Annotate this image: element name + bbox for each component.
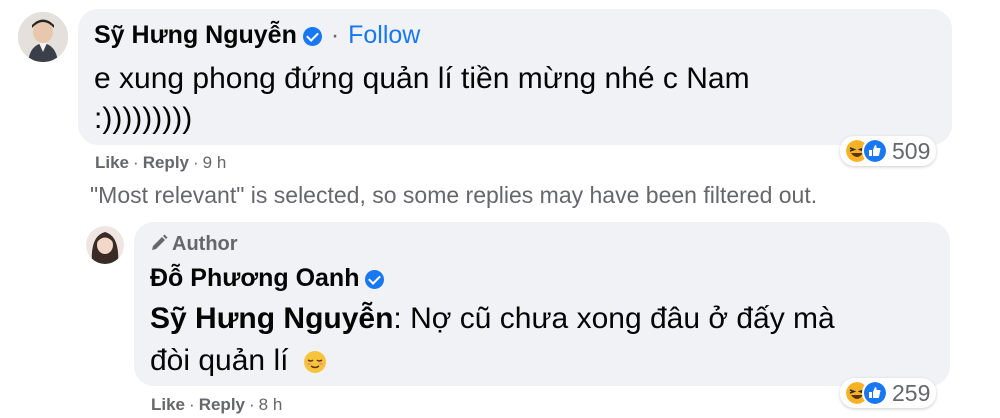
reply-text-line1: Sỹ Hưng Nguyễn: Nợ cũ chưa xong đâu ở đấ…: [150, 298, 835, 340]
comment-author-name[interactable]: Sỹ Hưng Nguyễn: [94, 21, 297, 49]
comment-text: e xung phong đứng quản lí tiền mừng nhé …: [94, 59, 750, 139]
comment-author-avatar[interactable]: [18, 12, 68, 62]
reply-header: Đỗ Phương Oanh: [150, 264, 385, 293]
header-separator: ·: [330, 21, 340, 49]
like-icon: [862, 138, 888, 164]
reply-reaction-count: 259: [892, 379, 931, 406]
reply-bubble: Author Đỗ Phương Oanh Sỹ Hưng Nguyễn: Nợ…: [134, 222, 950, 386]
pencil-icon: [152, 234, 168, 250]
comment-text-line2: :))))))))): [94, 102, 193, 135]
reply-timestamp[interactable]: 8 h: [259, 395, 283, 414]
action-separator: ·: [189, 395, 195, 414]
action-separator: ·: [133, 153, 139, 172]
like-link[interactable]: Like: [95, 153, 129, 172]
reply-text: Sỹ Hưng Nguyễn: Nợ cũ chưa xong đâu ở đấ…: [150, 298, 835, 382]
reply-reactions[interactable]: 259: [840, 378, 937, 408]
reply-text-rest: : Nợ cũ chưa xong đâu ở đấy mà: [393, 302, 835, 335]
author-badge-label: Author: [172, 233, 238, 255]
comment-header: Sỹ Hưng Nguyễn · Follow: [94, 21, 420, 50]
reply-text-line2: đòi quản lí: [150, 340, 835, 382]
filter-notice: "Most relevant" is selected, so some rep…: [90, 182, 818, 208]
comment-actions: Like · Reply · 9 h: [95, 153, 226, 173]
comment-timestamp[interactable]: 9 h: [203, 153, 227, 172]
follow-button[interactable]: Follow: [348, 21, 420, 49]
reply-actions: Like · Reply · 8 h: [151, 395, 282, 415]
comment-reactions[interactable]: 509: [840, 136, 937, 166]
reply-author-avatar[interactable]: [86, 226, 124, 264]
action-separator: ·: [249, 395, 255, 414]
reply-link[interactable]: Reply: [143, 153, 189, 172]
verified-badge-icon: [365, 269, 385, 289]
reply-author-name[interactable]: Đỗ Phương Oanh: [150, 264, 359, 292]
author-badge: Author: [150, 233, 238, 256]
comment-bubble: Sỹ Hưng Nguyễn · Follow e xung phong đứn…: [78, 9, 952, 145]
mention-link[interactable]: Sỹ Hưng Nguyễn: [150, 302, 393, 335]
relieved-face-emoji: [303, 351, 326, 374]
like-link[interactable]: Like: [151, 395, 185, 414]
reply-link[interactable]: Reply: [199, 395, 245, 414]
verified-badge-icon: [302, 26, 322, 46]
like-icon: [862, 380, 888, 406]
reply-text-line2-content: đòi quản lí: [150, 344, 289, 377]
action-separator: ·: [193, 153, 199, 172]
comment-reaction-count: 509: [892, 137, 931, 164]
comment-text-line1: e xung phong đứng quản lí tiền mừng nhé …: [94, 62, 750, 95]
